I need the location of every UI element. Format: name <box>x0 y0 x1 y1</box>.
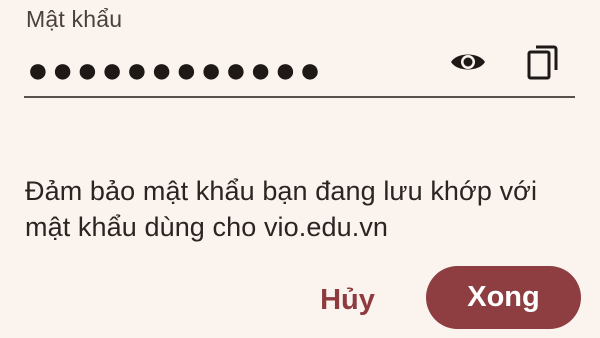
confirmation-message: Đảm bảo mật khẩu bạn đang lưu khớp với m… <box>25 176 538 242</box>
save-password-dialog: Mật khẩu ●●●●●●●●●●●● Đảm bảo mật khẩu b… <box>0 0 600 338</box>
copy-icon <box>527 44 559 85</box>
cancel-button[interactable]: Hủy <box>300 270 395 330</box>
password-field-label: Mật khẩu <box>26 6 123 32</box>
eye-icon <box>449 49 487 80</box>
show-password-button[interactable] <box>448 46 488 82</box>
done-button[interactable]: Xong <box>426 266 581 329</box>
password-field-underline <box>24 96 575 98</box>
password-field[interactable]: ●●●●●●●●●●●● <box>27 50 324 90</box>
copy-password-button[interactable] <box>523 44 563 84</box>
